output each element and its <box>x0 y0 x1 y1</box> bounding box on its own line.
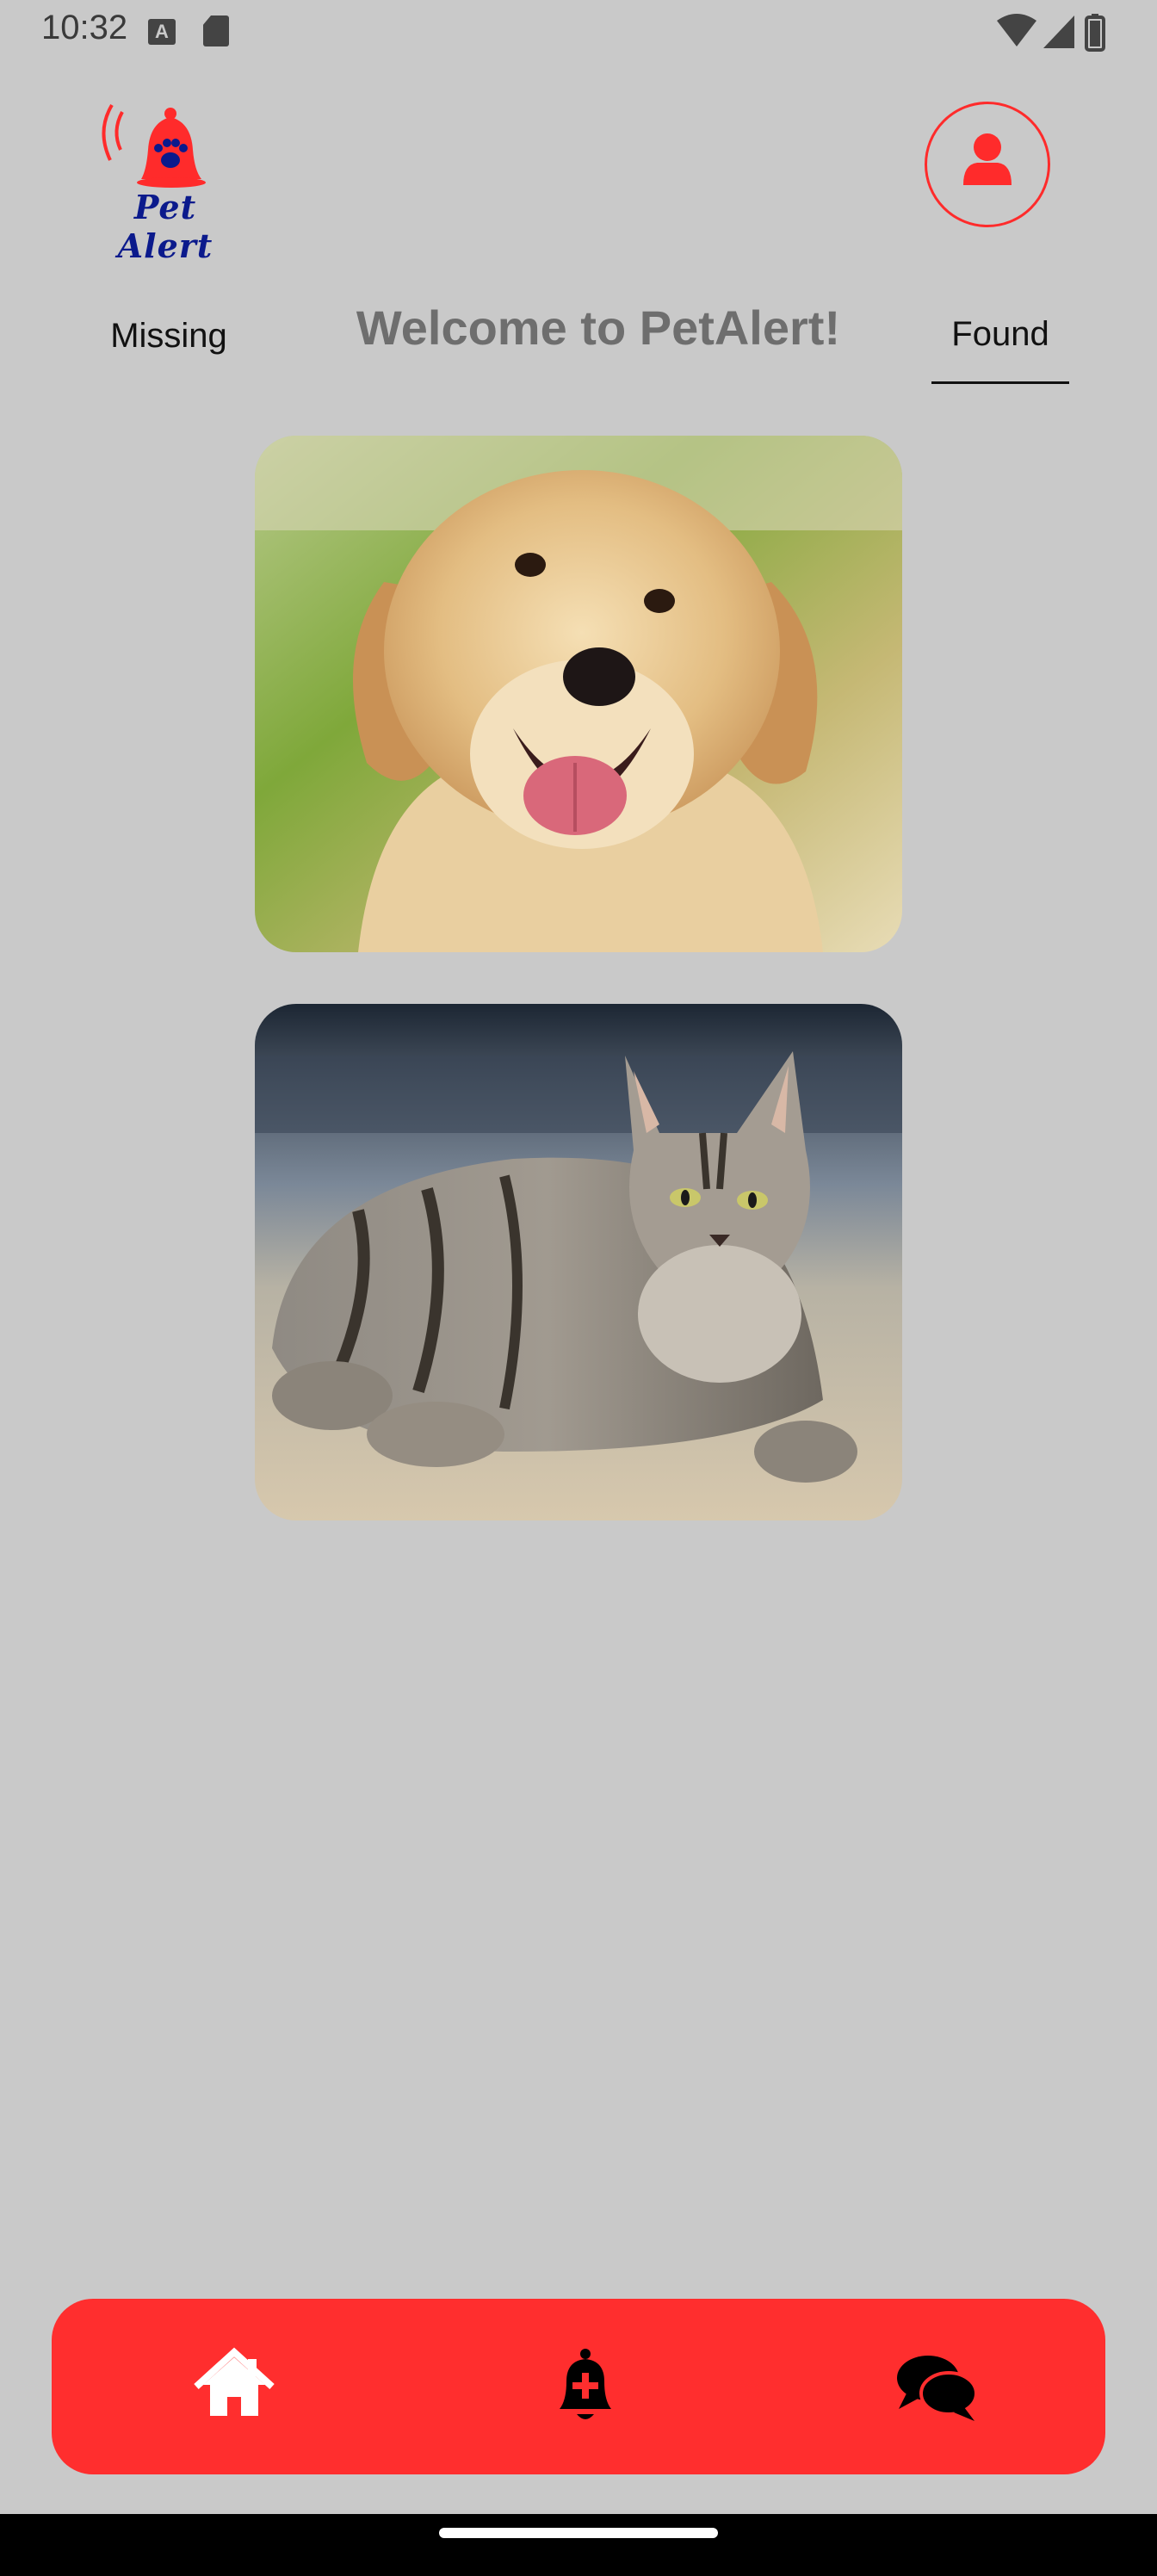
logo-text: Pet Alert <box>117 188 213 265</box>
home-icon <box>194 2347 275 2416</box>
add-alert-icon <box>560 2349 611 2419</box>
profile-button[interactable] <box>925 102 1050 227</box>
tab-missing[interactable]: Missing <box>83 317 255 368</box>
golden-retriever-photo <box>255 436 902 952</box>
status-icons <box>997 14 1105 52</box>
pet-alert-logo: Pet Alert <box>96 96 234 265</box>
status-bar: 10:32 A <box>0 0 1157 62</box>
text-a-icon: A <box>148 19 176 45</box>
pet-card-cat[interactable] <box>255 1004 902 1520</box>
tabby-cat-photo <box>255 1004 902 1520</box>
gesture-handle[interactable] <box>439 2528 718 2538</box>
nav-home-button[interactable] <box>191 2344 277 2430</box>
sd-card-icon <box>203 15 229 46</box>
wifi-icon <box>997 14 1036 46</box>
page-title: Welcome to PetAlert! <box>356 300 841 355</box>
bell-paw-icon <box>102 103 206 188</box>
signal-icon <box>1043 15 1074 48</box>
bottom-nav <box>52 2299 1105 2474</box>
nav-add-alert-button[interactable] <box>542 2344 628 2430</box>
battery-icon <box>1085 14 1105 52</box>
tab-found[interactable]: Found <box>931 315 1069 384</box>
chat-icon <box>897 2356 978 2421</box>
user-icon <box>963 133 1012 185</box>
pet-card-dog[interactable] <box>255 436 902 952</box>
system-nav-bar <box>0 2514 1157 2576</box>
nav-chat-button[interactable] <box>894 2344 980 2430</box>
status-time: 10:32 <box>41 9 128 46</box>
